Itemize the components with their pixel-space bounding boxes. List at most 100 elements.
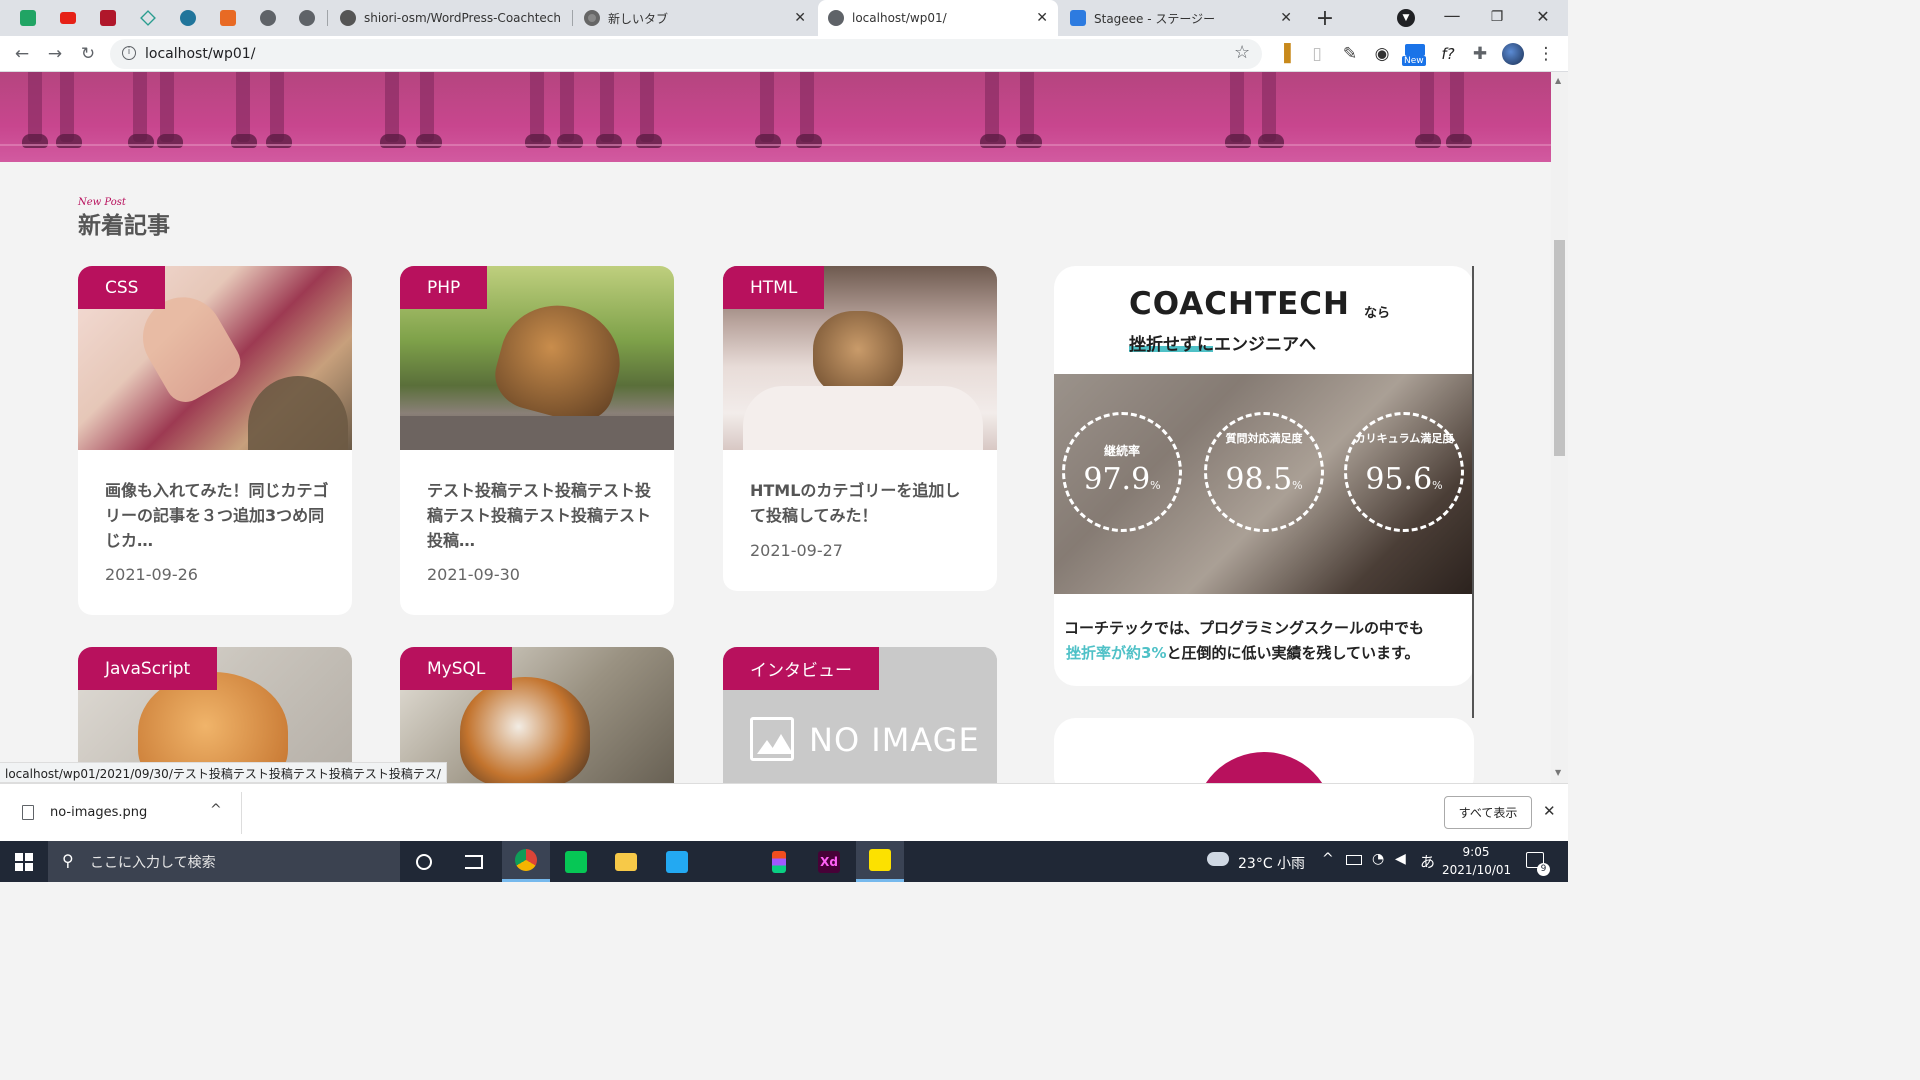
- stat-unit: %: [1292, 479, 1303, 492]
- notification-count: 9: [1537, 863, 1550, 876]
- download-bar: no-images.png ^ すべて表示 ✕: [0, 783, 1568, 841]
- pinned-tab-html[interactable]: [214, 5, 242, 31]
- stat-label: 継続率: [1103, 444, 1140, 458]
- back-arrow-icon[interactable]: ←: [10, 42, 34, 66]
- close-icon[interactable]: ✕: [1036, 10, 1048, 26]
- weather-text[interactable]: 23°C 小雨: [1238, 853, 1305, 873]
- scroll-down-arrow-icon[interactable]: ▼: [1555, 768, 1561, 777]
- battery-icon[interactable]: [1346, 855, 1362, 865]
- address-bar[interactable]: i localhost/wp01/ ☆: [110, 39, 1262, 69]
- post-title[interactable]: HTMLのカテゴリーを追加して投稿してみた！: [750, 478, 975, 528]
- adobe-xd-icon[interactable]: Xd: [805, 841, 853, 882]
- globe-icon: [828, 10, 844, 26]
- eyedropper-extension-icon[interactable]: ✎: [1338, 42, 1362, 66]
- html5-icon: [220, 10, 236, 26]
- wifi-icon[interactable]: ◔: [1372, 851, 1384, 867]
- post-title[interactable]: テスト投稿テスト投稿テスト投稿テスト投稿テスト投稿テスト投稿…: [427, 478, 652, 553]
- post-card[interactable]: CSS 画像も入れてみた！同じカテゴリーの記事を３つ追加3つめ同じカ… 2021…: [78, 266, 352, 615]
- taskbar-search[interactable]: ⚲ ここに入力して検索: [48, 841, 400, 882]
- pinned-tab-youtube[interactable]: [54, 5, 82, 31]
- ad-body-line2: 挫折率が約3%と圧倒的に低い実績を残しています。: [1066, 642, 1471, 663]
- post-card[interactable]: NO IMAGE インタビュー: [723, 647, 997, 783]
- no-image-text: NO IMAGE: [809, 721, 980, 759]
- tab-localhost[interactable]: localhost/wp01/ ✕: [818, 0, 1058, 36]
- cortana-icon[interactable]: [400, 841, 448, 882]
- profile-avatar[interactable]: [1501, 42, 1525, 66]
- address-text: localhost/wp01/: [145, 46, 256, 62]
- coachtech-ad-banner[interactable]: COACHTECH なら 挫折せずにエンジニアへ 継続率 97.9% 質問対応満…: [1054, 266, 1474, 686]
- bookmark-extension-icon[interactable]: ▯: [1305, 42, 1329, 66]
- scroll-up-arrow-icon[interactable]: ▲: [1555, 76, 1561, 85]
- extensions-puzzle-icon[interactable]: ✚: [1468, 42, 1492, 66]
- line-taskbar-icon[interactable]: [552, 841, 600, 882]
- ad-photo: 継続率 97.9% 質問対応満足度 98.5% カリキュラム満足度 95.6%: [1054, 374, 1474, 594]
- menu-dots-icon[interactable]: ⋮: [1534, 42, 1558, 66]
- volume-icon[interactable]: ◀: [1395, 851, 1406, 867]
- tab-github[interactable]: shiori-osm/WordPress-Coachtech: [330, 0, 572, 36]
- show-all-button[interactable]: すべて表示: [1444, 796, 1532, 829]
- stat-value-wrap: 95.6%: [1344, 462, 1464, 497]
- pinned-tab-globe-1[interactable]: [254, 5, 282, 31]
- task-view-icon[interactable]: [450, 841, 498, 882]
- pinned-tab-red[interactable]: [94, 5, 122, 31]
- new-extension-icon[interactable]: New: [1402, 42, 1428, 66]
- download-filename[interactable]: no-images.png: [50, 805, 147, 820]
- fonts-extension-icon[interactable]: f?: [1436, 42, 1460, 66]
- window-close-icon[interactable]: ✕: [1531, 4, 1555, 28]
- category-badge[interactable]: PHP: [400, 266, 488, 309]
- pinned-tab-wordpress[interactable]: [174, 5, 202, 31]
- close-icon[interactable]: ✕: [794, 10, 806, 26]
- vscode-icon[interactable]: [653, 841, 701, 882]
- tray-chevron-icon[interactable]: ^: [1322, 851, 1334, 867]
- file-icon: [22, 805, 34, 820]
- scrollbar-thumb[interactable]: [1554, 240, 1565, 456]
- weather-icon[interactable]: [1207, 852, 1229, 866]
- tab-title: 新しいタブ: [608, 11, 669, 26]
- ad-brand-suffix: なら: [1364, 306, 1391, 321]
- post-date: 2021-09-26: [105, 565, 198, 584]
- category-badge[interactable]: JavaScript: [78, 647, 218, 690]
- chrome-taskbar-icon[interactable]: [502, 841, 550, 882]
- pinned-tab-sheets[interactable]: [14, 5, 42, 31]
- pinned-tab-globe-2[interactable]: [293, 5, 321, 31]
- ghost-extension-icon[interactable]: ◉: [1370, 42, 1394, 66]
- tab-stageee[interactable]: Stageee - ステージー ✕: [1060, 0, 1302, 36]
- post-card[interactable]: HTML HTMLのカテゴリーを追加して投稿してみた！ 2021-09-27: [723, 266, 997, 591]
- close-icon[interactable]: ✕: [1280, 10, 1292, 26]
- file-explorer-icon[interactable]: [602, 841, 650, 882]
- close-download-bar-icon[interactable]: ✕: [1543, 802, 1556, 820]
- tab-search-icon[interactable]: ▼: [1394, 6, 1418, 30]
- globe-icon: [299, 10, 315, 26]
- forward-arrow-icon[interactable]: →: [43, 42, 67, 66]
- clock-date[interactable]: 2021/10/01: [1442, 863, 1511, 877]
- category-badge[interactable]: インタビュー: [723, 647, 879, 690]
- figma-icon[interactable]: [755, 841, 803, 882]
- category-badge[interactable]: HTML: [723, 266, 825, 309]
- windows-taskbar: ⚲ ここに入力して検索 Xd 23°C 小雨 ^ ◔ ◀ あ 9:05 2021…: [0, 841, 1568, 882]
- pinned-tab-drive[interactable]: [134, 5, 162, 31]
- reload-icon[interactable]: ↻: [76, 42, 100, 66]
- post-card[interactable]: PHP テスト投稿テスト投稿テスト投稿テスト投稿テスト投稿テスト投稿… 2021…: [400, 266, 674, 615]
- stat-value: 95.6: [1365, 462, 1433, 497]
- minimize-icon[interactable]: —: [1440, 4, 1464, 28]
- sticky-notes-icon[interactable]: [856, 841, 904, 882]
- post-date: 2021-09-30: [427, 565, 520, 584]
- page-scrollbar[interactable]: ▲ ▼: [1551, 72, 1568, 783]
- tab-title: Stageee - ステージー: [1094, 11, 1216, 26]
- category-badge[interactable]: MySQL: [400, 647, 513, 690]
- category-badge[interactable]: CSS: [78, 266, 166, 309]
- tab-new-tab[interactable]: 新しいタブ ✕: [574, 0, 816, 36]
- wordpress-icon: [180, 10, 196, 26]
- maximize-icon[interactable]: ❐: [1485, 5, 1509, 29]
- post-title[interactable]: 画像も入れてみた！同じカテゴリーの記事を３つ追加3つめ同じカ…: [105, 478, 330, 553]
- info-icon[interactable]: i: [122, 46, 136, 60]
- stat-value-wrap: 97.9%: [1062, 462, 1182, 497]
- clock-time[interactable]: 9:05: [1444, 845, 1508, 859]
- windows-start-icon[interactable]: [0, 841, 48, 882]
- chevron-up-icon[interactable]: ^: [210, 802, 222, 818]
- new-tab-plus-icon[interactable]: +: [1313, 6, 1337, 31]
- stat-value: 98.5: [1225, 462, 1293, 497]
- ime-indicator[interactable]: あ: [1420, 851, 1435, 872]
- extension-icon[interactable]: ▐: [1272, 42, 1296, 66]
- bookmark-star-icon[interactable]: ☆: [1234, 42, 1250, 63]
